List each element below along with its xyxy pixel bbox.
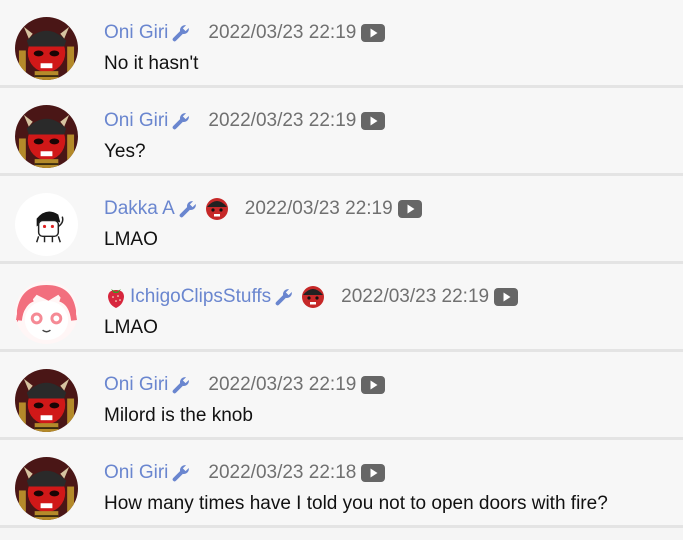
chat-message-list: Oni Giri 2022/03/23 22:19 No it hasn't O…: [0, 0, 683, 528]
author-name[interactable]: IchigoClipsStuffs: [130, 286, 271, 308]
message-header: Oni Giri 2022/03/23 22:19: [104, 372, 386, 398]
timestamp: 2022/03/23 22:19: [244, 198, 393, 219]
chat-message: Oni Giri 2022/03/23 22:19 Yes?: [0, 88, 683, 176]
wrench-icon: [173, 465, 190, 482]
wrench-icon: [275, 289, 293, 306]
chat-message: Oni Giri 2022/03/23 22:19 No it hasn't: [0, 0, 683, 88]
timestamp: 2022/03/23 22:19: [208, 374, 357, 395]
message-text: No it hasn't: [104, 53, 199, 74]
author-name[interactable]: Oni Giri: [104, 462, 168, 484]
wrench-icon: [173, 113, 190, 130]
youtube-icon[interactable]: [361, 376, 386, 394]
message-text: How many times have I told you not to op…: [104, 493, 608, 514]
message-text: Yes?: [104, 141, 146, 162]
oni-giri-avatar[interactable]: [15, 369, 78, 432]
chat-message: Dakka A 2022/03/23 22:19 LMAO: [0, 176, 683, 264]
message-header: Oni Giri 2022/03/23 22:18: [104, 460, 386, 486]
timestamp: 2022/03/23 22:19: [208, 22, 357, 43]
dakka-avatar[interactable]: [15, 193, 78, 256]
message-header: Dakka A 2022/03/23 22:19: [104, 196, 422, 222]
chat-message: IchigoClipsStuffs 2022/03/23 22:19 LMAO: [0, 264, 683, 352]
youtube-icon[interactable]: [361, 464, 386, 482]
wrench-icon: [179, 201, 196, 218]
timestamp: 2022/03/23 22:18: [208, 462, 357, 483]
oni-giri-avatar[interactable]: [15, 105, 78, 168]
author-name[interactable]: Oni Giri: [104, 374, 168, 396]
author-name[interactable]: Oni Giri: [104, 110, 168, 132]
strawberry-icon: [108, 289, 124, 308]
member-badge-icon: [302, 286, 325, 308]
message-header: Oni Giri 2022/03/23 22:19: [104, 20, 386, 46]
chat-message: Oni Giri 2022/03/23 22:19 Milord is the …: [0, 352, 683, 440]
ichigo-avatar[interactable]: [15, 281, 78, 344]
youtube-icon[interactable]: [361, 24, 386, 42]
oni-giri-avatar[interactable]: [15, 457, 78, 520]
youtube-icon[interactable]: [494, 288, 519, 306]
timestamp: 2022/03/23 22:19: [341, 286, 490, 307]
message-text: LMAO: [104, 317, 158, 338]
message-header: IchigoClipsStuffs 2022/03/23 22:19: [104, 284, 519, 310]
message-header: Oni Giri 2022/03/23 22:19: [104, 108, 386, 134]
wrench-icon: [173, 377, 190, 394]
author-name[interactable]: Dakka A: [104, 198, 175, 220]
wrench-icon: [173, 25, 190, 42]
author-name[interactable]: Oni Giri: [104, 22, 168, 44]
message-text: LMAO: [104, 229, 158, 250]
youtube-icon[interactable]: [397, 200, 422, 218]
youtube-icon[interactable]: [361, 112, 386, 130]
message-text: Milord is the knob: [104, 405, 253, 426]
timestamp: 2022/03/23 22:19: [208, 110, 357, 131]
chat-message: Oni Giri 2022/03/23 22:18 How many times…: [0, 440, 683, 528]
oni-giri-avatar[interactable]: [15, 17, 78, 80]
member-badge-icon: [205, 198, 228, 220]
